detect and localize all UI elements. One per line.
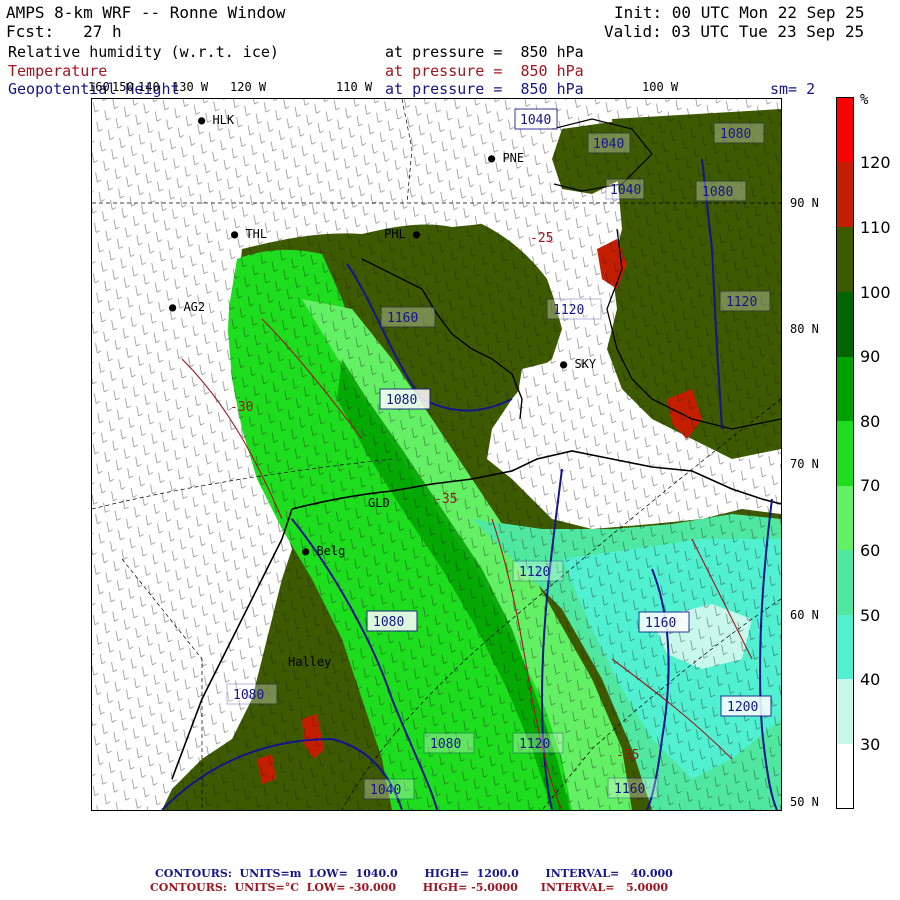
temp-label: -35 [616,748,639,763]
colorbar-swatch [837,421,853,486]
colorbar-tick: 40 [860,670,881,689]
height-label: 1080 [695,180,747,202]
colorbar-swatch [837,292,853,357]
valid-time: Valid: 03 UTC Tue 23 Sep 25 [604,22,865,41]
field-height-level: at pressure = 850 hPa [385,80,584,98]
colorbar-swatch [837,550,853,615]
svg-text:1080: 1080 [720,127,751,142]
lat-label: 80 N [790,322,819,336]
field-temp-level: at pressure = 850 hPa [385,62,584,80]
svg-text:1040: 1040 [520,113,551,128]
lon-label: 140 [138,80,160,94]
height-label: 1160 [638,611,690,633]
height-label: 1160 [380,306,436,328]
colorbar [836,97,854,809]
svg-text:1080: 1080 [373,615,404,630]
lat-label: 70 N [790,457,819,471]
svg-text:1160: 1160 [387,311,418,326]
colorbar-tick: 120 [860,153,891,172]
svg-text:1080: 1080 [386,393,417,408]
temperature-contour-legend: CONTOURS: UNITS=°C LOW= -30.000 HIGH= -5… [150,881,669,894]
height-label: 1200 [720,695,772,717]
height-label: 1120 [719,290,771,312]
svg-text:1160: 1160 [614,782,645,797]
svg-text:1040: 1040 [610,183,641,198]
colorbar-tick: 30 [860,735,881,754]
colorbar-unit: % [860,92,869,108]
height-label: 1160 [607,777,659,799]
height-label: 1040 [514,108,558,130]
height-label: 1120 [512,560,564,582]
lon-label: 150 [112,80,134,94]
height-label: 1120 [512,732,564,754]
temp-label: -35 [434,492,457,507]
colorbar-swatch [837,98,853,162]
svg-text:1040: 1040 [370,783,401,798]
colorbar-swatch [837,744,853,808]
init-time: Init: 00 UTC Mon 22 Sep 25 [614,3,865,22]
lat-label: 90 N [790,196,819,210]
colorbar-swatch [837,615,853,679]
model-title: AMPS 8-km WRF -- Ronne Window [6,3,286,22]
svg-text:1160: 1160 [645,616,676,631]
colorbar-tick: 90 [860,347,881,366]
height-label: 1040 [605,178,645,200]
colorbar-swatch [837,679,853,744]
height-contour-legend: CONTOURS: UNITS=m LOW= 1040.0 HIGH= 1200… [155,867,673,880]
height-label: 1080 [366,610,418,632]
height-label: 1080 [713,122,765,144]
lon-label: 110 W [336,80,373,94]
field-rh-name: Relative humidity (w.r.t. ice) [8,43,279,61]
temp-label: -30 [230,400,253,415]
svg-text:1080: 1080 [430,737,461,752]
colorbar-tick: 70 [860,476,881,495]
svg-text:1080: 1080 [702,185,733,200]
height-label: 1080 [423,732,475,754]
svg-text:1120: 1120 [519,737,550,752]
height-label: 1120 [546,298,602,320]
height-label: 1080 [226,683,278,705]
colorbar-tick: 100 [860,283,891,302]
field-rh-level: at pressure = 850 hPa [385,43,584,61]
contour-label-layer: 1040 1040 1080 1080 1120 1040 1160 1080 … [226,108,772,800]
lat-label: 50 N [790,795,819,809]
svg-text:1120: 1120 [519,565,550,580]
colorbar-swatch [837,227,853,292]
svg-text:1080: 1080 [233,688,264,703]
colorbar-tick: 50 [860,606,881,625]
lon-label: 120 W [230,80,267,94]
lon-label: 100 W [642,80,679,94]
colorbar-tick: 110 [860,218,891,237]
temp-label: -25 [530,231,553,246]
height-label: 1040 [587,132,631,154]
svg-text:1040: 1040 [593,137,624,152]
smoothing-label: sm= 2 [770,80,816,98]
height-label: 1040 [363,778,415,800]
forecast-hour: Fcst: 27 h [6,22,122,41]
svg-text:1200: 1200 [727,700,758,715]
colorbar-swatch [837,486,853,550]
svg-text:1120: 1120 [553,303,584,318]
svg-text:1120: 1120 [726,295,757,310]
height-label: 1080 [379,388,431,410]
field-temp-name: Temperature [8,62,108,80]
colorbar-tick: 60 [860,541,881,560]
colorbar-tick: 80 [860,412,881,431]
colorbar-swatch [837,162,853,227]
lon-label: 130 W [172,80,209,94]
lon-label: 160 [88,80,110,94]
lat-label: 60 N [790,608,819,622]
map-panel: ● HLK ● PNE ● THL PHL ● ● AG2 ● SKY GLD … [91,98,782,811]
colorbar-swatch [837,357,853,421]
